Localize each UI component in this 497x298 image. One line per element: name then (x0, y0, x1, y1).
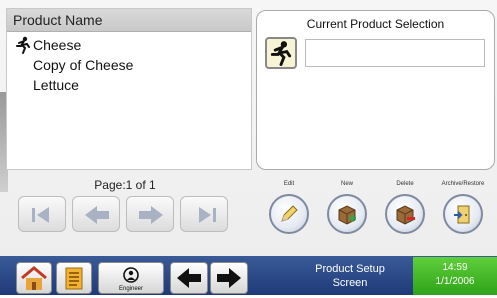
forward-arrow-icon (217, 268, 241, 288)
list-item[interactable]: Cheese (33, 35, 81, 55)
new-label: New (340, 181, 353, 187)
new-box-icon (338, 205, 356, 225)
engineer-icon (123, 267, 139, 283)
archive-restore-button[interactable] (443, 194, 483, 234)
new-button[interactable] (327, 194, 367, 234)
screen-name-line1: Product Setup (315, 263, 385, 275)
date: 1/1/2006 (435, 276, 475, 287)
edit-label: Edit (283, 181, 295, 187)
list-button[interactable] (56, 262, 92, 294)
home-button[interactable] (16, 262, 52, 294)
list-item[interactable]: Copy of Cheese (33, 55, 133, 75)
delete-label: Delete (396, 181, 414, 187)
forward-button[interactable] (210, 262, 248, 294)
engineer-button[interactable]: Engineer (98, 262, 164, 294)
delete-button[interactable] (385, 194, 425, 234)
current-product-field[interactable] (305, 39, 485, 67)
list-icon (65, 267, 83, 290)
previous-page-button[interactable] (72, 196, 120, 232)
engineer-label: Engineer (118, 286, 144, 292)
previous-page-icon (85, 206, 109, 224)
current-selection-panel: Current Product Selection (256, 10, 495, 170)
pencil-icon (281, 205, 298, 222)
running-man-icon (270, 41, 292, 66)
next-page-button[interactable] (126, 196, 174, 232)
back-arrow-icon (177, 268, 201, 288)
screen-name: Product Setup Screen (290, 262, 410, 290)
last-page-icon (199, 207, 216, 223)
selection-title: Current Product Selection (306, 17, 445, 31)
first-page-icon (32, 207, 49, 223)
archive-restore-label: Archive/Restore (441, 181, 485, 187)
archive-door-icon (454, 205, 470, 224)
home-icon (21, 266, 47, 290)
first-page-button[interactable] (18, 196, 66, 232)
page-indicator: Page:1 of 1 (94, 178, 156, 192)
product-list[interactable]: Product Name Cheese Copy of Cheese Lettu… (6, 8, 252, 170)
running-man-icon (16, 36, 30, 54)
edit-button[interactable] (269, 194, 309, 234)
back-button[interactable] (170, 262, 208, 294)
screen-name-line2: Screen (332, 277, 368, 289)
time: 14:59 (442, 262, 468, 273)
selection-runner-button[interactable] (265, 37, 297, 69)
delete-box-icon (396, 205, 415, 225)
next-page-icon (139, 206, 163, 224)
clock: 14:59 1/1/2006 (413, 257, 497, 295)
list-item[interactable]: Lettuce (33, 75, 79, 95)
list-header[interactable]: Product Name (7, 9, 251, 32)
product-setup-screen: Product Name Cheese Copy of Cheese Lettu… (0, 0, 497, 295)
last-page-button[interactable] (180, 196, 228, 232)
